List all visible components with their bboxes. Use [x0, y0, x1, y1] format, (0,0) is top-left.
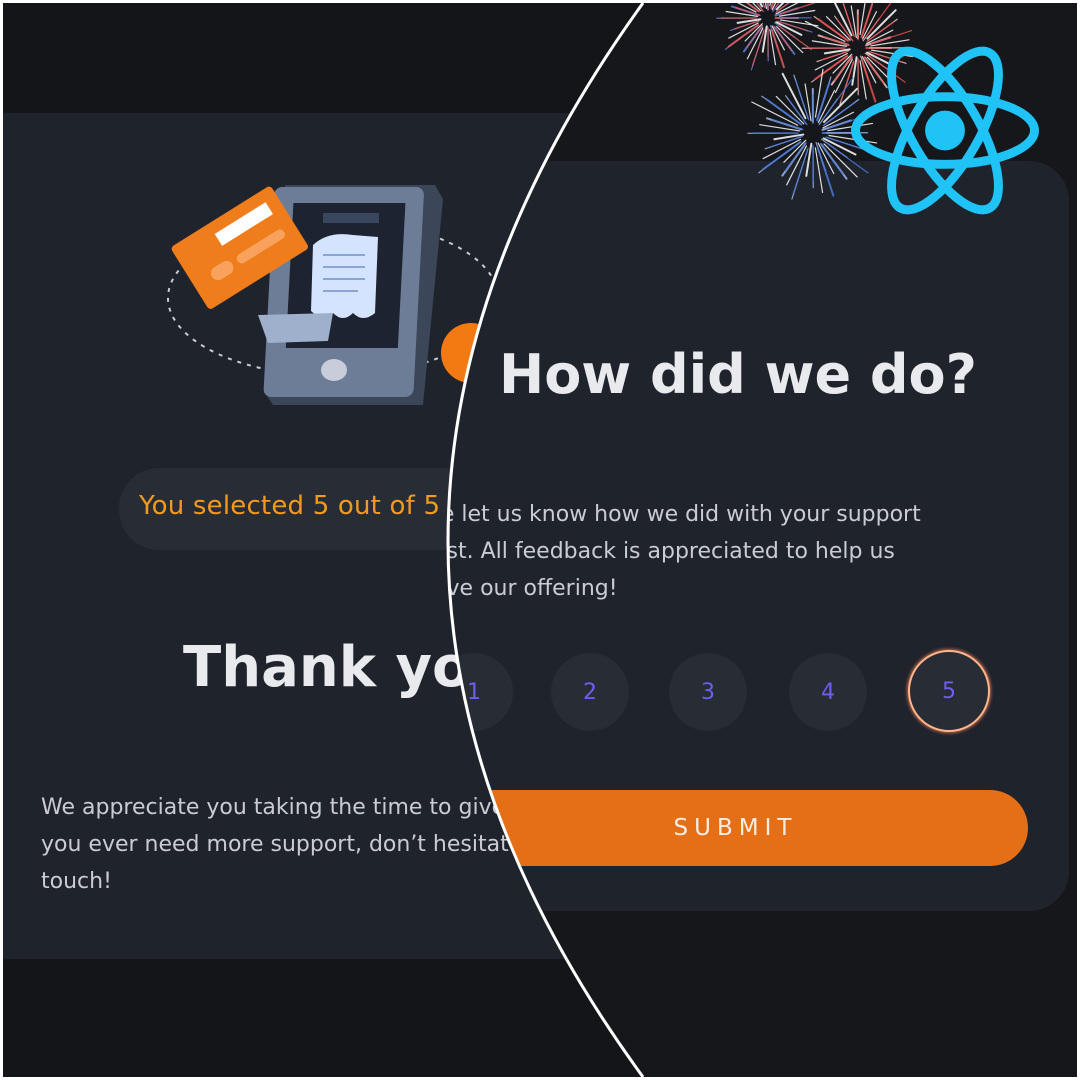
react-logo-icon — [845, 43, 1045, 218]
firework-spark — [806, 144, 811, 176]
firework-spark — [793, 148, 808, 193]
firework-spark — [817, 82, 829, 120]
rating-option-2[interactable]: 2 — [551, 653, 629, 731]
firework-spark — [774, 135, 803, 140]
firework-spark — [862, 5, 873, 38]
firework-spark — [805, 84, 811, 121]
rating-option-3[interactable]: 3 — [669, 653, 747, 731]
rating-result-text: You selected 5 out of 5 — [139, 491, 441, 521]
firework-spark — [818, 149, 833, 196]
rating-question-description: Please let us know how we did with your … — [383, 502, 921, 601]
firework-spark — [763, 26, 767, 51]
split-screen-frame: You selected 5 out of 5 Thank you! We ap… — [3, 3, 1077, 1077]
receipt-phone-illustration-icon — [153, 173, 513, 423]
rating-option-5-selected[interactable]: 5 — [908, 650, 990, 732]
firework-spark — [851, 6, 856, 38]
submit-button[interactable]: SUBMIT — [443, 790, 1028, 866]
rating-option-4[interactable]: 4 — [789, 653, 867, 731]
firework-spark — [779, 26, 811, 50]
firework-spark — [871, 31, 911, 44]
rating-question-title: How did we do? — [499, 343, 977, 406]
